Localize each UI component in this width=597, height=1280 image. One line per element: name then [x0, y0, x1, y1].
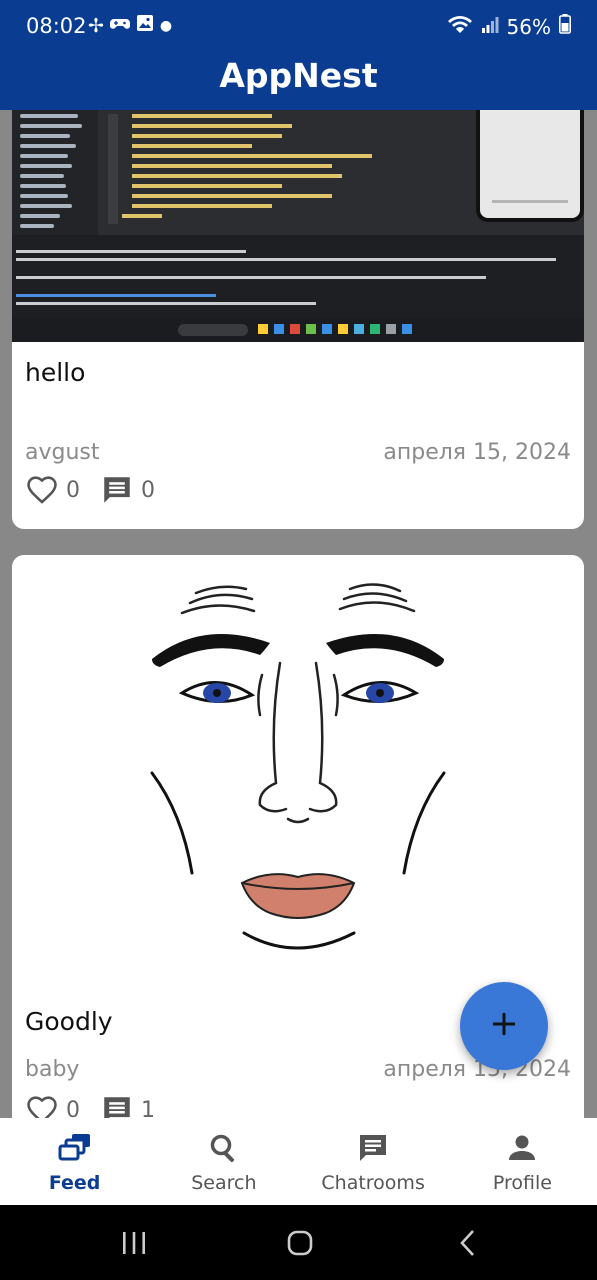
nav-item-profile[interactable]: Profile	[448, 1118, 597, 1205]
like-count: 0	[66, 1097, 80, 1119]
comment-count: 0	[141, 477, 155, 503]
post-image[interactable]	[112, 563, 484, 983]
nav-label-search: Search	[191, 1172, 257, 1194]
chat-icon	[357, 1132, 389, 1168]
add-post-button[interactable]	[460, 982, 548, 1070]
nav-label-profile: Profile	[492, 1172, 552, 1194]
fan-icon: ✢	[88, 14, 104, 37]
comment-icon[interactable]	[100, 1093, 134, 1118]
heart-icon[interactable]	[25, 473, 59, 507]
system-navigation-bar	[0, 1205, 597, 1280]
post-card[interactable]: hello avgust апреля 15, 2024 0 0	[12, 110, 584, 529]
status-bar: 08:02 ✢ ● 56%	[0, 0, 597, 52]
feed-icon	[58, 1132, 92, 1168]
back-icon[interactable]	[452, 1227, 484, 1259]
heart-icon[interactable]	[25, 1093, 59, 1118]
image-icon	[136, 14, 154, 37]
home-icon[interactable]	[284, 1227, 316, 1259]
search-icon	[208, 1132, 240, 1168]
nav-item-search[interactable]: Search	[149, 1118, 298, 1205]
post-title[interactable]: hello	[25, 358, 85, 387]
bottom-navigation: Feed Search Chatrooms Profile	[0, 1118, 597, 1205]
plus-icon	[490, 1010, 518, 1042]
status-time: 08:02	[26, 14, 87, 38]
battery-percent: 56%	[506, 14, 551, 39]
notification-dot-icon: ●	[159, 17, 173, 34]
post-stats: 0 0	[25, 473, 175, 507]
nav-item-chatrooms[interactable]: Chatrooms	[299, 1118, 448, 1205]
like-count: 0	[66, 477, 80, 503]
post-image[interactable]	[12, 110, 584, 342]
person-icon	[506, 1132, 538, 1168]
wifi-icon	[447, 14, 473, 39]
post-author[interactable]: avgust	[25, 440, 100, 465]
battery-icon	[559, 14, 571, 39]
nav-label-feed: Feed	[48, 1172, 101, 1194]
comment-count: 1	[141, 1097, 155, 1119]
recent-apps-icon[interactable]	[118, 1227, 150, 1259]
nav-label-chatrooms: Chatrooms	[321, 1172, 425, 1194]
post-author[interactable]: baby	[25, 1057, 79, 1082]
post-stats: 0 1	[25, 1093, 175, 1118]
signal-icon	[481, 15, 499, 39]
comment-icon[interactable]	[100, 473, 134, 507]
post-date: апреля 15, 2024	[383, 440, 571, 465]
game-controller-icon	[109, 15, 130, 37]
app-title: AppNest	[219, 56, 378, 95]
post-title[interactable]: Goodly	[25, 1007, 113, 1036]
feed-list[interactable]: hello avgust апреля 15, 2024 0 0 Goodly …	[0, 110, 597, 1118]
nav-item-feed[interactable]: Feed	[0, 1118, 149, 1205]
app-bar: AppNest	[0, 52, 597, 110]
